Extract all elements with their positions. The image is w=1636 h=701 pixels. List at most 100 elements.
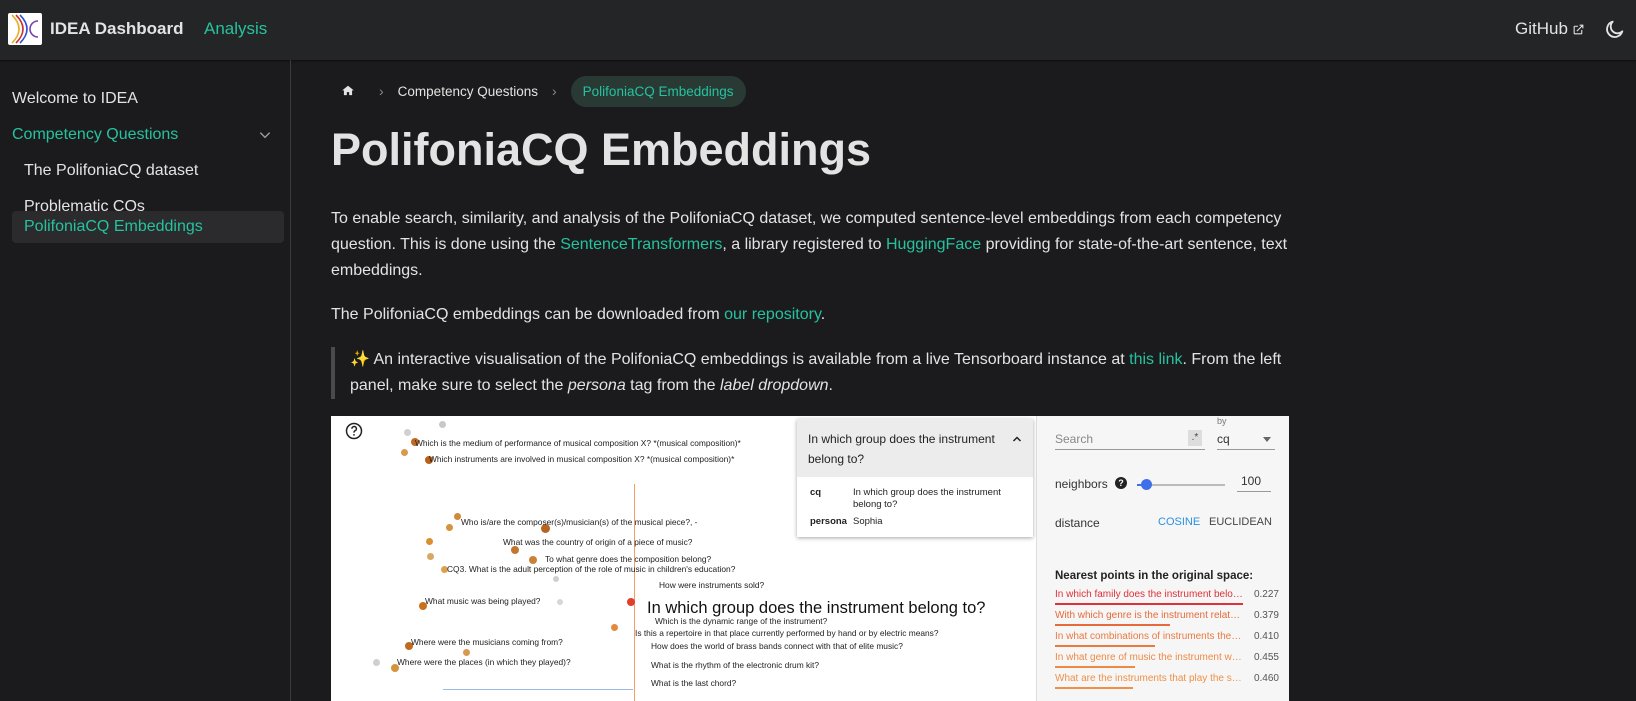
github-label: GitHub (1515, 19, 1568, 38)
tensorboard-note: ✨ An interactive visualisation of the Po… (331, 347, 1291, 399)
sidebar-item-label: The PolifoniaCQ dataset (24, 162, 199, 179)
euclidean-button[interactable]: EUCLIDEAN (1209, 516, 1272, 528)
home-icon (342, 85, 354, 96)
nearest-point-distance: 0.410 (1253, 631, 1279, 642)
sidebar-item-competency-questions[interactable]: Competency Questions (12, 119, 284, 151)
nav-analysis-link[interactable]: Analysis (204, 19, 267, 39)
point (627, 598, 635, 606)
text: . (828, 377, 833, 394)
search-placeholder: Search (1055, 432, 1094, 446)
nearest-point-text: What are the instruments that play the s… (1055, 673, 1243, 684)
point-label: Which instruments are involved in musica… (429, 454, 735, 464)
nearest-points-title: Nearest points in the original space: (1055, 570, 1254, 582)
navbar: IDEA Dashboard Analysis GitHub (0, 0, 1636, 60)
neighbors-label: neighbors (1055, 477, 1108, 491)
point-info-header[interactable]: In which group does the instrument belon… (797, 419, 1033, 477)
sidebar-item-embeddings[interactable]: PolifoniaCQ Embeddings (12, 211, 284, 243)
repository-link[interactable]: our repository (724, 306, 821, 323)
nearest-point-row[interactable]: With which genre is the instrument relat… (1055, 606, 1279, 626)
chevron-up-icon[interactable] (1011, 433, 1023, 445)
nearest-point-distance: 0.227 (1253, 589, 1279, 600)
similarity-bar (1055, 687, 1133, 689)
help-icon (345, 422, 363, 440)
caret-down-icon (1263, 437, 1271, 442)
point-label: What is the rhythm of the electronic dru… (651, 660, 820, 670)
point (401, 449, 408, 456)
point (426, 538, 433, 545)
distance-label: distance (1055, 516, 1100, 530)
brand-title[interactable]: IDEA Dashboard (50, 19, 184, 39)
point-label: Where were the places (in which they pla… (397, 657, 571, 667)
nearest-point-row[interactable]: In which family does the instrument belo… (1055, 585, 1279, 605)
nearest-point-row[interactable]: In what genre of music the instrument wa… (1055, 648, 1279, 668)
point-label: Which is the medium of performance of mu… (415, 438, 741, 448)
nearest-point-row[interactable]: What are the instruments that play the s… (1055, 669, 1279, 689)
chevron-right-icon: › (379, 83, 384, 99)
breadcrumb-competency-questions[interactable]: Competency Questions (398, 84, 538, 99)
sentencetransformers-link[interactable]: SentenceTransformers (560, 236, 722, 253)
breadcrumb: › Competency Questions › PolifoniaCQ Emb… (331, 75, 746, 107)
point (553, 576, 559, 582)
chevron-down-icon[interactable] (258, 128, 272, 142)
metadata-key: persona (810, 516, 847, 527)
by-label: by (1217, 416, 1227, 426)
point (557, 599, 563, 605)
point (454, 513, 461, 520)
text: persona (567, 377, 626, 394)
neighbors-input[interactable]: 100 (1237, 474, 1271, 492)
neighbors-slider-knob[interactable] (1141, 479, 1152, 490)
text: The PolifoniaCQ embeddings can be downlo… (331, 306, 725, 323)
embedding-plot: Which is the medium of performance of mu… (331, 416, 1036, 701)
text: tag from the (625, 377, 720, 394)
point (446, 524, 453, 531)
selected-point-label: In which group does the instrument belon… (647, 599, 986, 617)
nearest-point-distance: 0.460 (1253, 673, 1279, 684)
text: , a library registered to (722, 236, 886, 253)
sparkles-icon: ✨ (350, 351, 370, 368)
point-label: What music was being played? (425, 596, 541, 606)
point (511, 546, 519, 554)
search-input[interactable]: Search (1055, 432, 1205, 450)
similarity-bar (1055, 645, 1155, 647)
by-value: cq (1217, 432, 1230, 446)
similarity-bar (1055, 603, 1243, 605)
download-paragraph: The PolifoniaCQ embeddings can be downlo… (331, 302, 1291, 328)
point (404, 429, 411, 436)
axis-line (443, 689, 633, 690)
point (427, 553, 434, 560)
sidebar: Welcome to IDEA Competency Questions The… (0, 60, 291, 701)
similarity-bar (1055, 624, 1170, 626)
breadcrumb-home[interactable] (331, 76, 365, 106)
by-select[interactable]: cq (1217, 432, 1275, 450)
metadata-value: Sophia (853, 516, 883, 527)
regex-toggle[interactable]: .* (1188, 430, 1202, 446)
nearest-point-text: In which family does the instrument belo… (1055, 589, 1243, 600)
inspector-panel: Search .* by cq neighbors ? 100 distance… (1036, 416, 1289, 701)
tensorboard-link[interactable]: this link (1129, 351, 1182, 368)
point (463, 649, 470, 656)
similarity-bar (1055, 666, 1135, 668)
metadata-key: cq (810, 487, 822, 498)
nearest-point-text: In what genre of music the instrument wa… (1055, 652, 1243, 663)
huggingface-link[interactable]: HuggingFace (886, 236, 981, 253)
moon-icon[interactable] (1604, 18, 1626, 40)
idea-logo[interactable] (8, 13, 42, 45)
sidebar-item-label: Welcome to IDEA (12, 90, 138, 107)
github-link[interactable]: GitHub (1515, 19, 1585, 39)
point-label: Is this a repertoire in that place curre… (635, 628, 939, 638)
point-label: Who is/are the composer(s)/musician(s) o… (461, 517, 698, 527)
sidebar-item-label: Competency Questions (12, 126, 179, 143)
help-icon[interactable]: ? (1115, 477, 1127, 489)
point (611, 624, 618, 631)
cosine-button[interactable]: COSINE (1158, 516, 1200, 528)
external-link-icon (1573, 24, 1584, 34)
sidebar-item-polifoniacq-dataset[interactable]: The PolifoniaCQ dataset (12, 155, 284, 187)
chevron-right-icon: › (552, 83, 557, 99)
point-info-title: In which group does the instrument belon… (808, 432, 995, 466)
nearest-point-distance: 0.455 (1253, 652, 1279, 663)
sidebar-item-welcome[interactable]: Welcome to IDEA (12, 83, 284, 115)
point (529, 556, 537, 564)
point-label: How does the world of brass bands connec… (651, 641, 903, 651)
nearest-point-row[interactable]: In what combinations of instruments the … (1055, 627, 1279, 647)
metadata-row-cq: cq In which group does the instrument be… (810, 487, 1023, 511)
